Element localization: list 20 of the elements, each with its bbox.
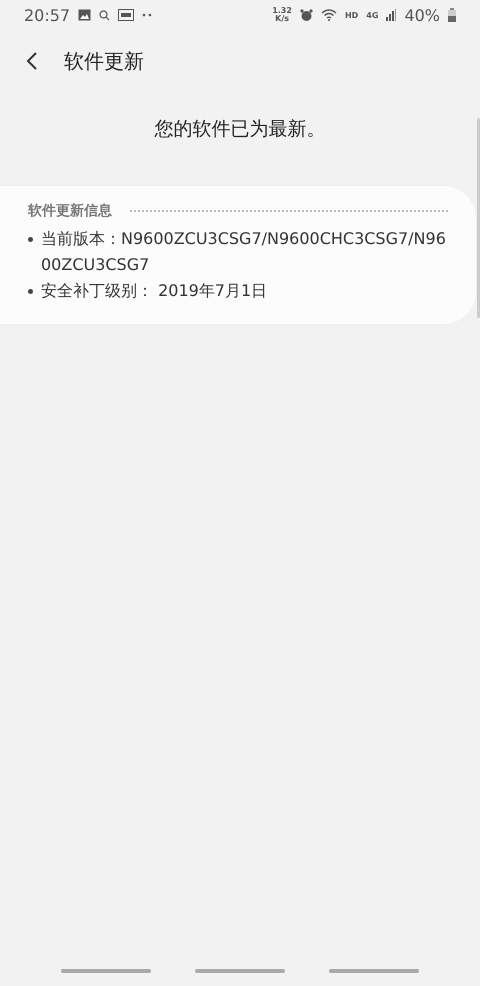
more-notifications-icon (142, 13, 152, 17)
back-icon (26, 51, 38, 71)
image-icon (78, 9, 92, 21)
status-message: 您的软件已为最新。 (154, 117, 326, 142)
battery-icon (448, 8, 456, 22)
info-text: 安全补丁级别： 2019年7月1日 (41, 280, 268, 302)
card-title: 软件更新信息 (28, 202, 112, 220)
notification-icon (118, 9, 134, 21)
network-type: 4G (366, 10, 378, 20)
page-title: 软件更新 (64, 48, 144, 74)
info-text: 当前版本：N9600ZCU3CSG7/N9600CHC3CSG7/N9600ZCU3CSG7 (41, 228, 447, 276)
bullet-icon (28, 237, 33, 242)
network-speed: 1.32 K/s (272, 7, 292, 23)
battery-percent: 40% (404, 6, 440, 24)
bullet-icon (28, 289, 33, 294)
search-icon (99, 10, 110, 20)
signal-icon (386, 9, 396, 21)
status-time: 20:57 (24, 6, 70, 24)
hd-label: HD (344, 10, 358, 20)
wifi-icon (320, 9, 337, 21)
